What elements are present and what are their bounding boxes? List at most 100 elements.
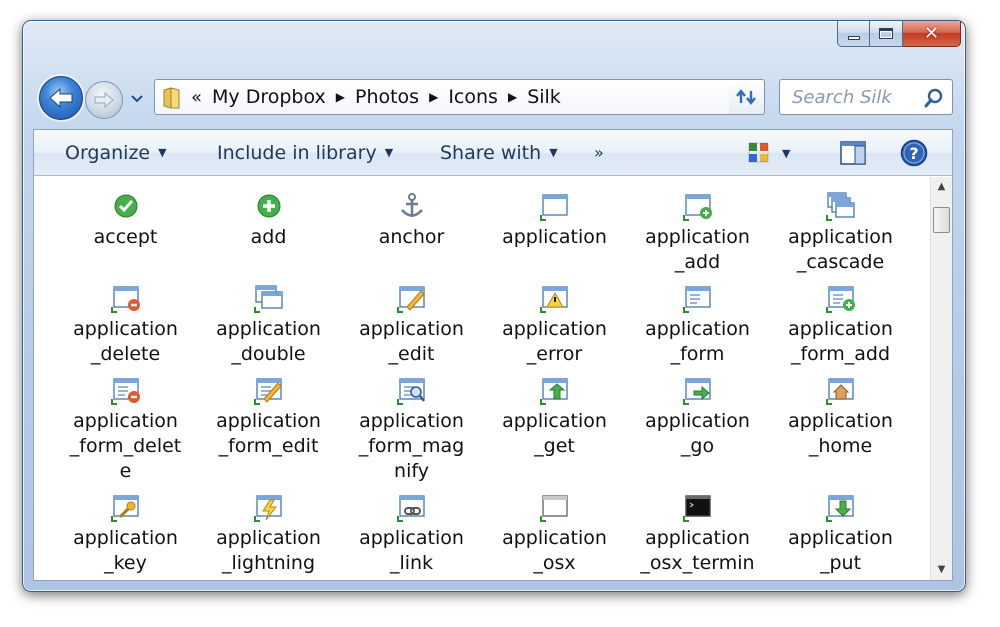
svg-text:?: ? [909, 144, 918, 163]
file-item[interactable]: application [483, 187, 626, 279]
command-bar: Organize ▼ Include in library ▼ Share wi… [34, 130, 952, 176]
breadcrumb-separator-icon[interactable]: ▶ [330, 90, 351, 104]
application-form-icon [682, 283, 713, 313]
chevron-down-icon: ▼ [384, 146, 394, 159]
file-item[interactable]: anchor [340, 187, 483, 279]
maximize-button[interactable] [870, 21, 903, 47]
application-icon [539, 191, 570, 221]
application-edit-icon [396, 283, 427, 313]
scroll-down-button[interactable]: ▼ [931, 560, 952, 580]
file-item[interactable]: application _link [340, 488, 483, 580]
application-form-add-icon [825, 283, 856, 313]
file-item[interactable]: application _lightning [197, 488, 340, 580]
change-view-button[interactable]: ▼ [748, 142, 790, 164]
search-input[interactable] [792, 86, 912, 108]
file-item[interactable]: application _osx_termin [626, 488, 769, 580]
application-form-delete-icon [110, 375, 141, 405]
application-put-icon [825, 492, 856, 522]
file-label: application _form_add [788, 318, 893, 365]
file-item[interactable]: application _put [769, 488, 912, 580]
close-button[interactable]: ✕ [903, 21, 961, 47]
file-grid: accept add anchor application application _a… [54, 187, 912, 580]
organize-button[interactable]: Organize ▼ [65, 142, 167, 164]
anchor-icon [397, 191, 427, 221]
back-button[interactable] [39, 76, 83, 120]
share-with-button[interactable]: Share with ▼ [440, 142, 558, 164]
file-label: application _osx_termin [640, 527, 755, 574]
help-button[interactable]: ? [900, 139, 928, 171]
file-label: application _form [645, 318, 750, 365]
share-with-label: Share with [440, 141, 542, 164]
scroll-up-button[interactable]: ▲ [931, 177, 952, 197]
application-error-icon [539, 283, 570, 313]
file-label: application _delete [73, 318, 178, 365]
file-item[interactable]: application _osx [483, 488, 626, 580]
application-get-icon [539, 375, 570, 405]
back-arrow-icon [49, 87, 73, 109]
file-item[interactable]: application _edit [340, 279, 483, 371]
application-cascade-icon [825, 191, 856, 221]
file-label: application _add [645, 226, 750, 273]
file-item[interactable]: application _home [769, 371, 912, 488]
file-item[interactable]: application _get [483, 371, 626, 488]
file-label: application _get [502, 410, 607, 457]
file-item[interactable]: application _go [626, 371, 769, 488]
help-icon: ? [900, 139, 928, 167]
file-item[interactable]: application _add [626, 187, 769, 279]
application-osx-icon [539, 492, 570, 522]
search-box [779, 79, 953, 115]
file-label: application _link [359, 527, 464, 574]
include-in-library-label: Include in library [217, 141, 377, 164]
file-item[interactable]: add [197, 187, 340, 279]
minimize-button[interactable] [837, 21, 870, 47]
more-commands-button[interactable]: » [594, 143, 604, 162]
application-form-edit-icon [253, 375, 284, 405]
file-label: application _home [788, 410, 893, 457]
maximize-icon [879, 28, 893, 39]
file-label: accept [93, 226, 158, 248]
application-key-icon [110, 492, 141, 522]
breadcrumb-my-dropbox[interactable]: My Dropbox [208, 86, 330, 108]
vertical-scrollbar[interactable]: ▲ ▼ [930, 177, 952, 580]
breadcrumb-silk[interactable]: Silk [523, 86, 565, 108]
refresh-button[interactable] [729, 79, 765, 115]
breadcrumb-separator-icon[interactable]: ▶ [502, 90, 523, 104]
file-item[interactable]: application _delete [54, 279, 197, 371]
forward-button[interactable] [85, 81, 123, 119]
client-area: Organize ▼ Include in library ▼ Share wi… [33, 129, 953, 581]
chevron-down-icon: ▼ [549, 146, 558, 159]
breadcrumb-photos[interactable]: Photos [351, 86, 423, 108]
file-label: application _edit [359, 318, 464, 365]
scroll-thumb[interactable] [933, 207, 950, 233]
file-item[interactable]: application _form_add [769, 279, 912, 371]
file-item[interactable]: application _key [54, 488, 197, 580]
application-form-magnify-icon [396, 375, 427, 405]
file-item[interactable]: application _error [483, 279, 626, 371]
add-icon [254, 191, 284, 221]
application-link-icon [396, 492, 427, 522]
file-label: application _form_mag nify [358, 410, 465, 482]
search-icon[interactable] [924, 88, 944, 112]
file-item[interactable]: application _form_delet e [54, 371, 197, 488]
recent-pages-dropdown[interactable] [131, 93, 143, 106]
file-item[interactable]: application _form [626, 279, 769, 371]
file-label: anchor [378, 226, 445, 248]
include-in-library-button[interactable]: Include in library ▼ [217, 142, 393, 164]
file-item[interactable]: application _form_edit [197, 371, 340, 488]
address-overflow-chevrons[interactable]: « [183, 87, 208, 108]
application-osx-terminal-icon [682, 492, 713, 522]
caption-buttons: ✕ [837, 21, 961, 49]
breadcrumb-icons[interactable]: Icons [444, 86, 502, 108]
address-bar[interactable]: « My Dropbox ▶ Photos ▶ Icons ▶ Silk ▼ [154, 79, 754, 115]
file-item[interactable]: application _form_mag nify [340, 371, 483, 488]
file-item[interactable]: application _double [197, 279, 340, 371]
minimize-icon [847, 35, 860, 40]
chevron-down-icon [131, 95, 143, 103]
breadcrumb-separator-icon[interactable]: ▶ [423, 90, 444, 104]
file-item[interactable]: application _cascade [769, 187, 912, 279]
close-icon: ✕ [923, 23, 940, 44]
file-label: application _osx [502, 527, 607, 574]
preview-pane-button[interactable] [840, 141, 866, 169]
file-item[interactable]: accept [54, 187, 197, 279]
application-delete-icon [110, 283, 141, 313]
